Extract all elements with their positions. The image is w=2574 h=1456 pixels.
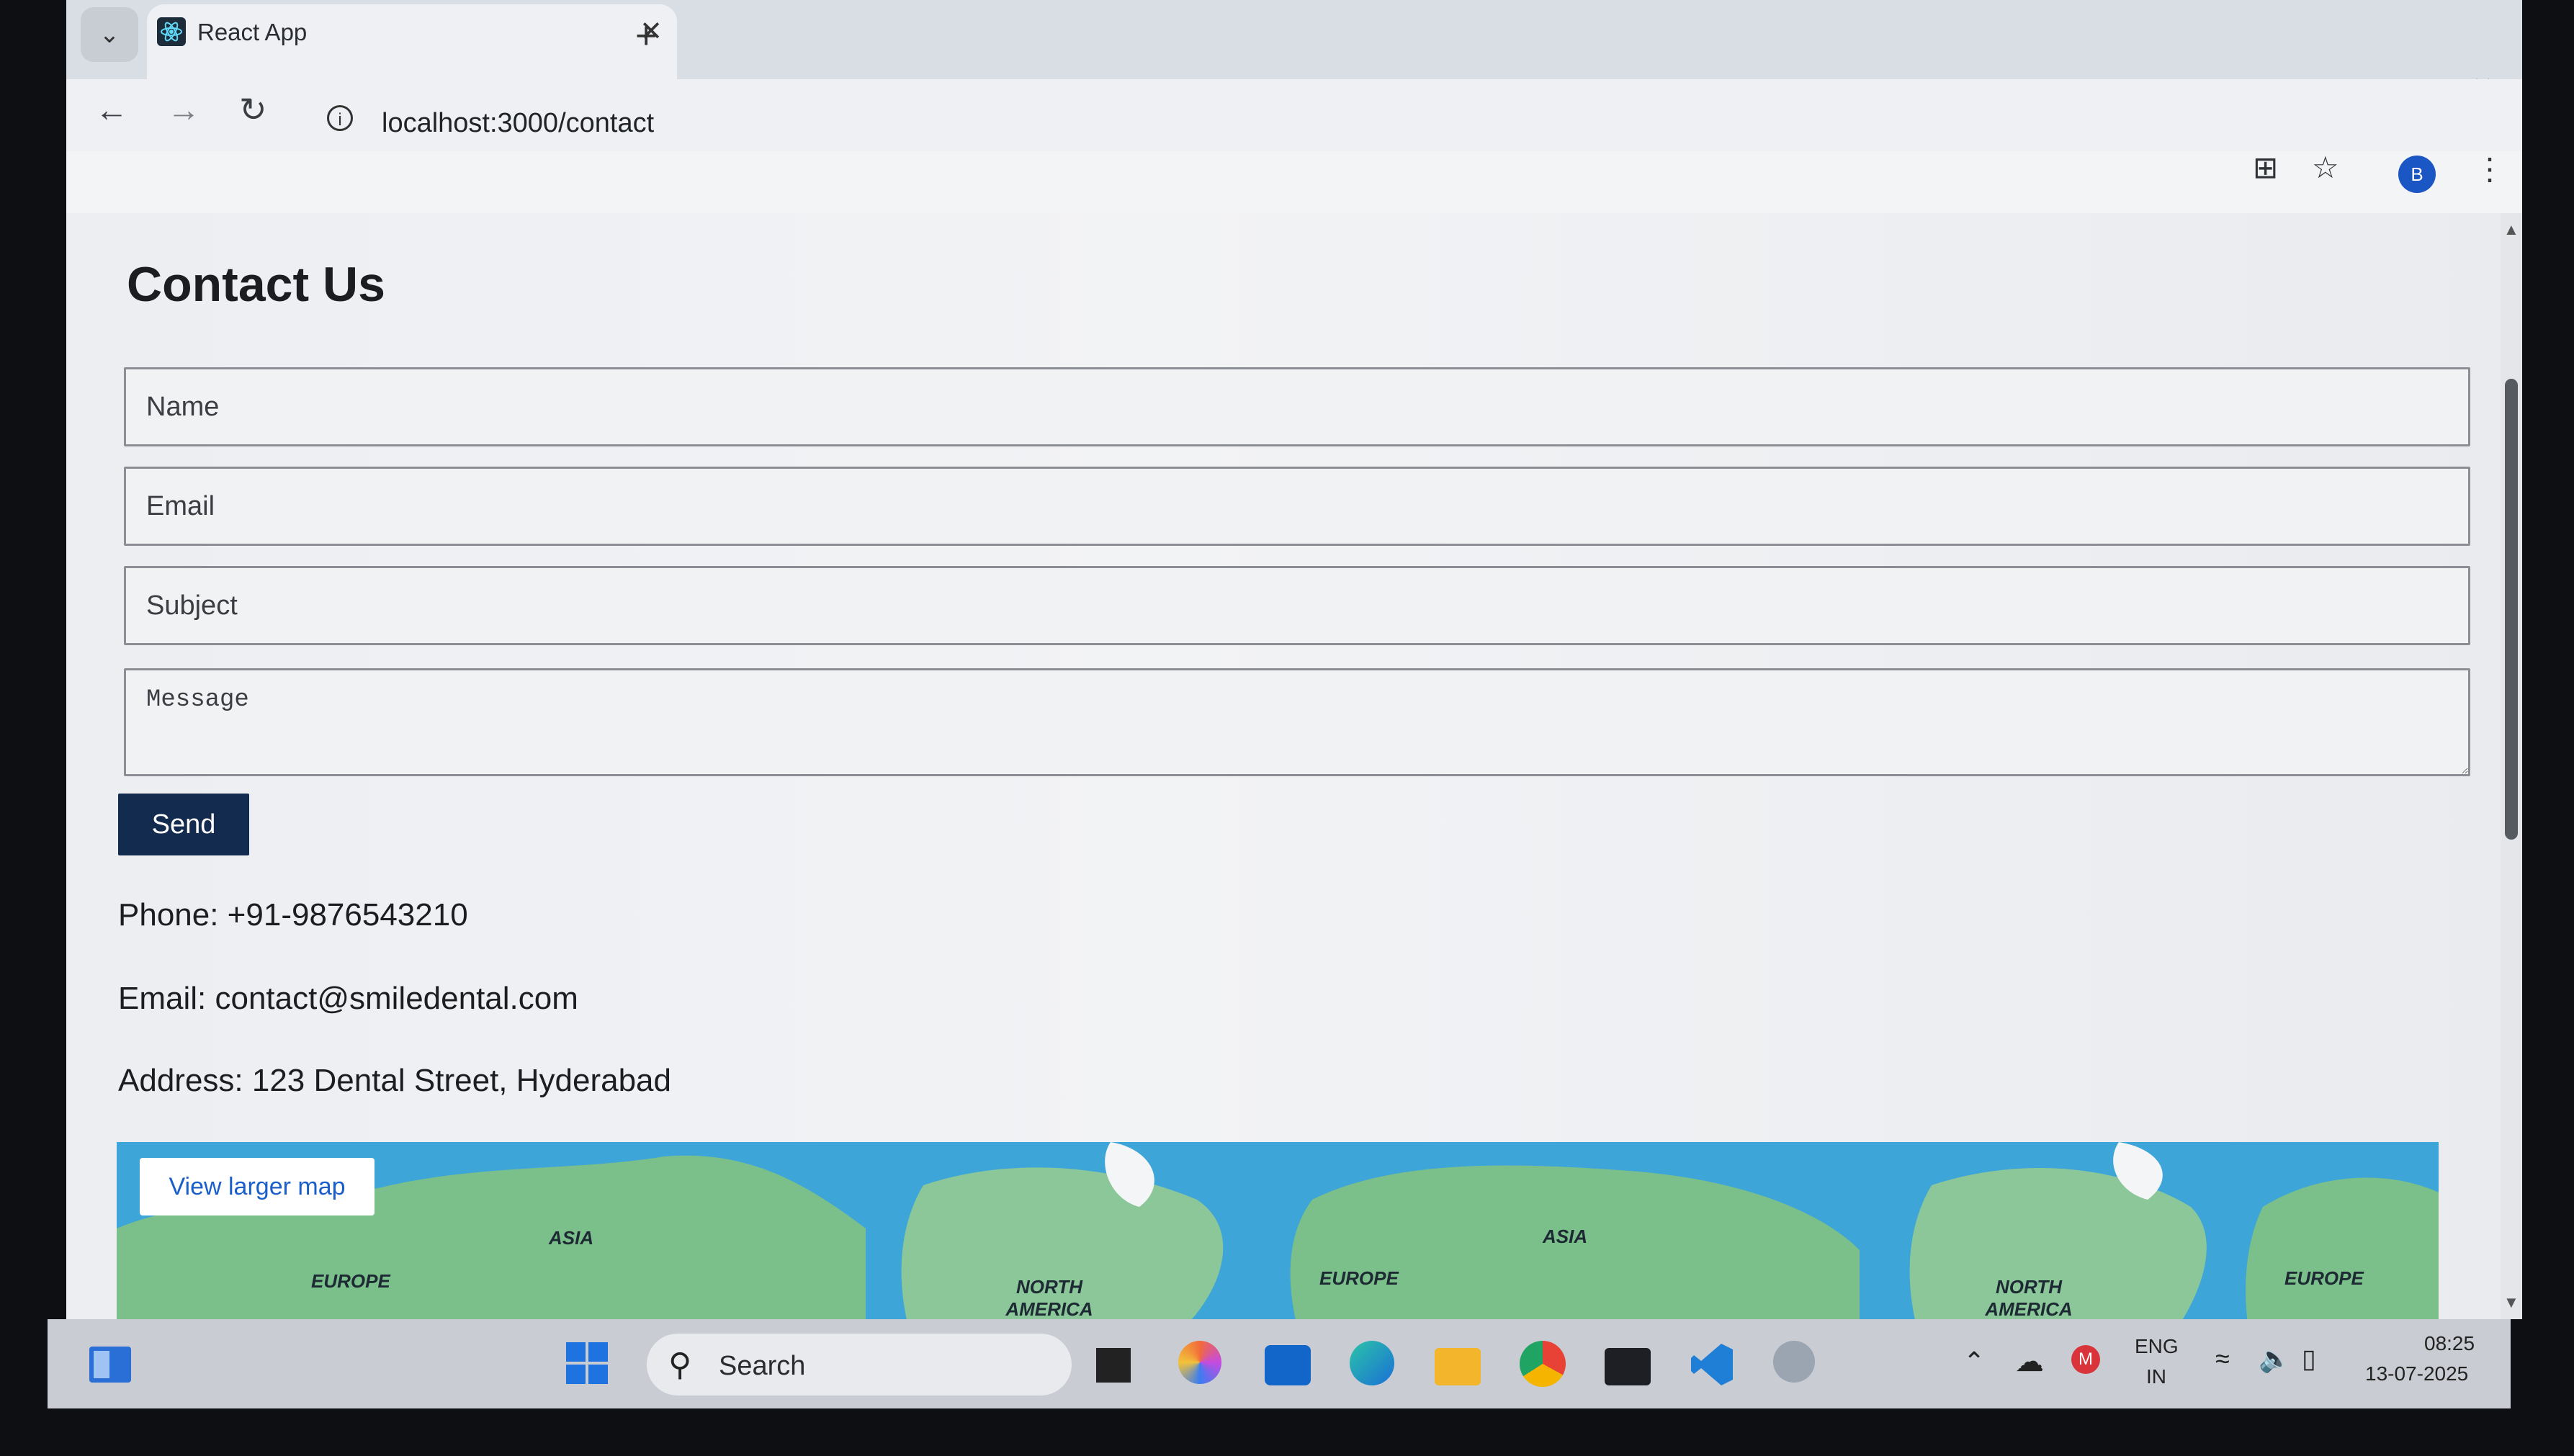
- clock-date[interactable]: 13-07-2025: [2365, 1362, 2468, 1385]
- widgets-icon[interactable]: [86, 1341, 134, 1388]
- message-textarea[interactable]: [124, 668, 2470, 776]
- scroll-down-icon[interactable]: ▼: [2503, 1293, 2519, 1312]
- tab-search-chevron-icon[interactable]: ⌄: [81, 7, 138, 62]
- contact-email: Email: contact@smiledental.com: [118, 981, 578, 1016]
- battery-icon[interactable]: ▯: [2302, 1344, 2316, 1374]
- wifi-icon[interactable]: ≈: [2215, 1344, 2230, 1374]
- browser-tab[interactable]: React App ✕: [147, 4, 677, 79]
- install-icon[interactable]: ⊞: [2253, 150, 2278, 185]
- view-larger-map-link[interactable]: View larger map: [140, 1158, 375, 1215]
- search-icon: ⚲: [668, 1347, 692, 1383]
- back-icon[interactable]: ←: [95, 89, 128, 130]
- terminal-icon[interactable]: [1605, 1348, 1651, 1385]
- taskbar: ⚲ Search ⌃ ☁ M ENG IN ≈ 🔈 ▯ 08:25 13-07-…: [48, 1319, 2511, 1408]
- chrome-icon[interactable]: [1520, 1341, 1566, 1387]
- map-label: ASIA: [549, 1227, 594, 1249]
- contact-page: Contact Us Send Phone: +91-9876543210 Em…: [66, 213, 2501, 1319]
- email-input[interactable]: [124, 467, 2470, 546]
- clock-time[interactable]: 08:25: [2424, 1332, 2475, 1355]
- send-button[interactable]: Send: [118, 794, 249, 855]
- settings-gear-icon[interactable]: [1773, 1341, 1815, 1383]
- tab-strip: ⌄ React App ✕ +: [66, 0, 2522, 79]
- reload-icon[interactable]: ↻: [239, 89, 267, 130]
- map-label: EUROPE: [2284, 1267, 2364, 1289]
- outlook-icon[interactable]: [1265, 1345, 1311, 1385]
- edge-icon[interactable]: [1350, 1341, 1394, 1385]
- scroll-up-icon[interactable]: ▲: [2503, 220, 2519, 239]
- map-label: EUROPE: [1319, 1267, 1399, 1289]
- bookmark-star-icon[interactable]: ☆: [2312, 150, 2339, 185]
- volume-icon[interactable]: 🔈: [2259, 1344, 2291, 1374]
- browser-window: ⌄ React App ✕ + — ⧉ ✕ ← → ↻ i localhost:…: [66, 0, 2522, 1319]
- tab-title: React App: [197, 19, 308, 45]
- contact-address: Address: 123 Dental Street, Hyderabad: [118, 1063, 672, 1098]
- copilot-icon[interactable]: [1178, 1341, 1221, 1384]
- region-indicator[interactable]: IN: [2146, 1365, 2166, 1388]
- new-tab-icon[interactable]: +: [635, 14, 657, 58]
- page-title: Contact Us: [127, 257, 385, 312]
- contact-phone: Phone: +91-9876543210: [118, 897, 468, 933]
- task-view-icon[interactable]: [1096, 1348, 1131, 1383]
- taskbar-search-label: Search: [719, 1351, 806, 1381]
- forward-icon[interactable]: →: [167, 89, 200, 130]
- subject-input[interactable]: [124, 566, 2470, 645]
- url-text[interactable]: localhost:3000/contact: [382, 108, 654, 139]
- taskbar-search[interactable]: ⚲ Search: [647, 1334, 1072, 1396]
- vscode-icon[interactable]: [1688, 1341, 1736, 1388]
- embedded-map[interactable]: View larger map ASIA EUROPE NORTH AMERIC…: [117, 1142, 2439, 1319]
- map-label: NORTH AMERICA: [1005, 1276, 1093, 1319]
- windows-start-icon[interactable]: [563, 1339, 611, 1387]
- site-info-icon[interactable]: i: [327, 105, 353, 131]
- react-favicon-icon: [157, 17, 186, 46]
- file-explorer-icon[interactable]: [1435, 1348, 1481, 1385]
- menu-kebab-icon[interactable]: ⋮: [2475, 151, 2505, 187]
- scroll-thumb[interactable]: [2505, 379, 2518, 840]
- name-input[interactable]: [124, 367, 2470, 446]
- map-label: ASIA: [1543, 1226, 1588, 1247]
- antivirus-icon[interactable]: M: [2071, 1345, 2100, 1374]
- profile-avatar[interactable]: B: [2398, 156, 2436, 193]
- map-label: NORTH AMERICA: [1985, 1276, 2073, 1319]
- page-scrollbar[interactable]: ▲ ▼: [2501, 213, 2522, 1319]
- map-terrain: [117, 1142, 2439, 1319]
- map-label: EUROPE: [311, 1270, 390, 1292]
- tray-chevron-icon[interactable]: ⌃: [1963, 1347, 1985, 1377]
- language-indicator[interactable]: ENG: [2135, 1335, 2179, 1358]
- onedrive-icon[interactable]: ☁: [2015, 1345, 2044, 1378]
